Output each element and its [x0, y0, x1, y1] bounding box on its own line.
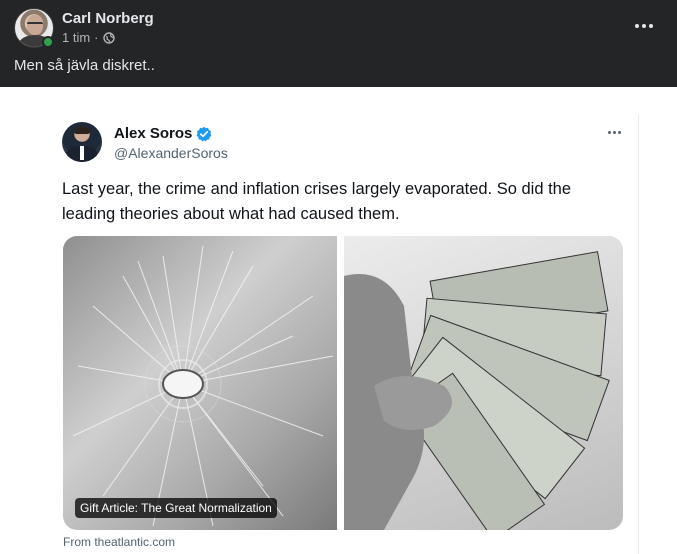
- link-source: From theatlantic.com: [63, 535, 176, 549]
- globe-icon[interactable]: [102, 31, 115, 44]
- post-image[interactable]: Alex Soros @AlexanderSoros Last year, th…: [0, 87, 677, 554]
- tweet-author-avatar: [62, 122, 102, 162]
- tweet-images: Gift Article: The Great Normalization: [63, 236, 623, 530]
- post-header: Carl Norberg 1 tim · Men så jävla diskre…: [0, 0, 677, 87]
- image-caption: Gift Article: The Great Normalization: [75, 498, 277, 518]
- cracked-glass-image: Gift Article: The Great Normalization: [63, 236, 337, 530]
- tweet-handle: @AlexanderSoros: [114, 145, 228, 161]
- author-name[interactable]: Carl Norberg: [62, 10, 154, 27]
- tweet-name-text: Alex Soros: [114, 125, 193, 142]
- tweet-author-name: Alex Soros: [114, 125, 212, 142]
- post-options-button[interactable]: [630, 14, 658, 38]
- verified-badge-icon: [196, 126, 212, 142]
- post-time[interactable]: 1 tim: [62, 30, 90, 45]
- online-status-indicator: [42, 36, 54, 48]
- tweet-more-icon: [604, 125, 624, 139]
- money-hand-image: [344, 236, 623, 530]
- post-meta: 1 tim ·: [62, 30, 115, 45]
- meta-separator: ·: [94, 30, 99, 45]
- post-text: Men så jävla diskret..: [14, 57, 155, 74]
- tweet-text: Last year, the crime and inflation crise…: [62, 180, 572, 223]
- image-border: [638, 115, 639, 554]
